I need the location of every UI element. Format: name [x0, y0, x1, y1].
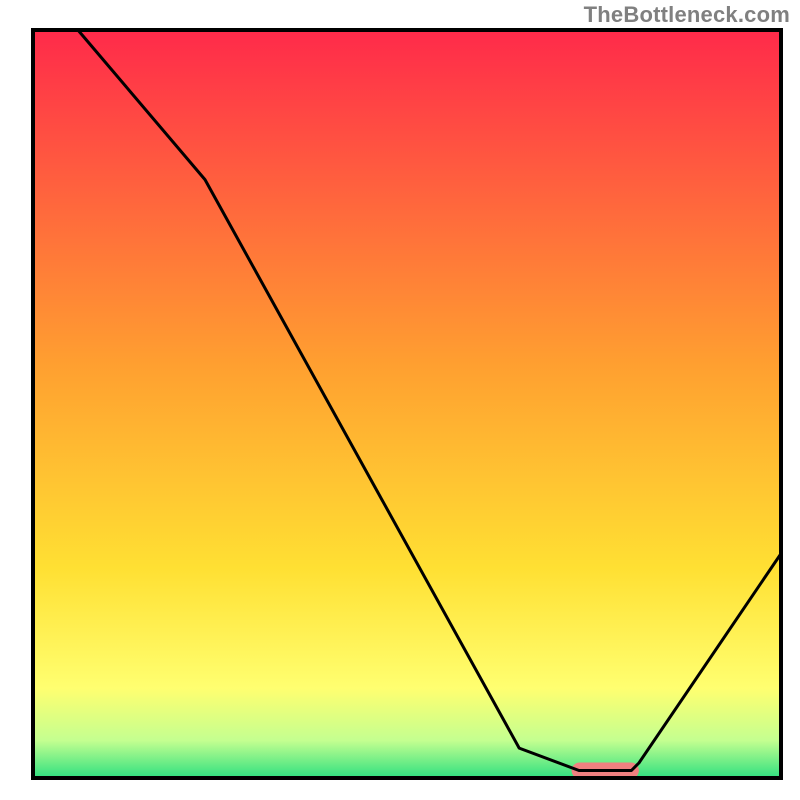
plot-area — [33, 30, 781, 778]
watermark-text: TheBottleneck.com — [584, 2, 790, 28]
bottleneck-chart — [0, 0, 800, 800]
